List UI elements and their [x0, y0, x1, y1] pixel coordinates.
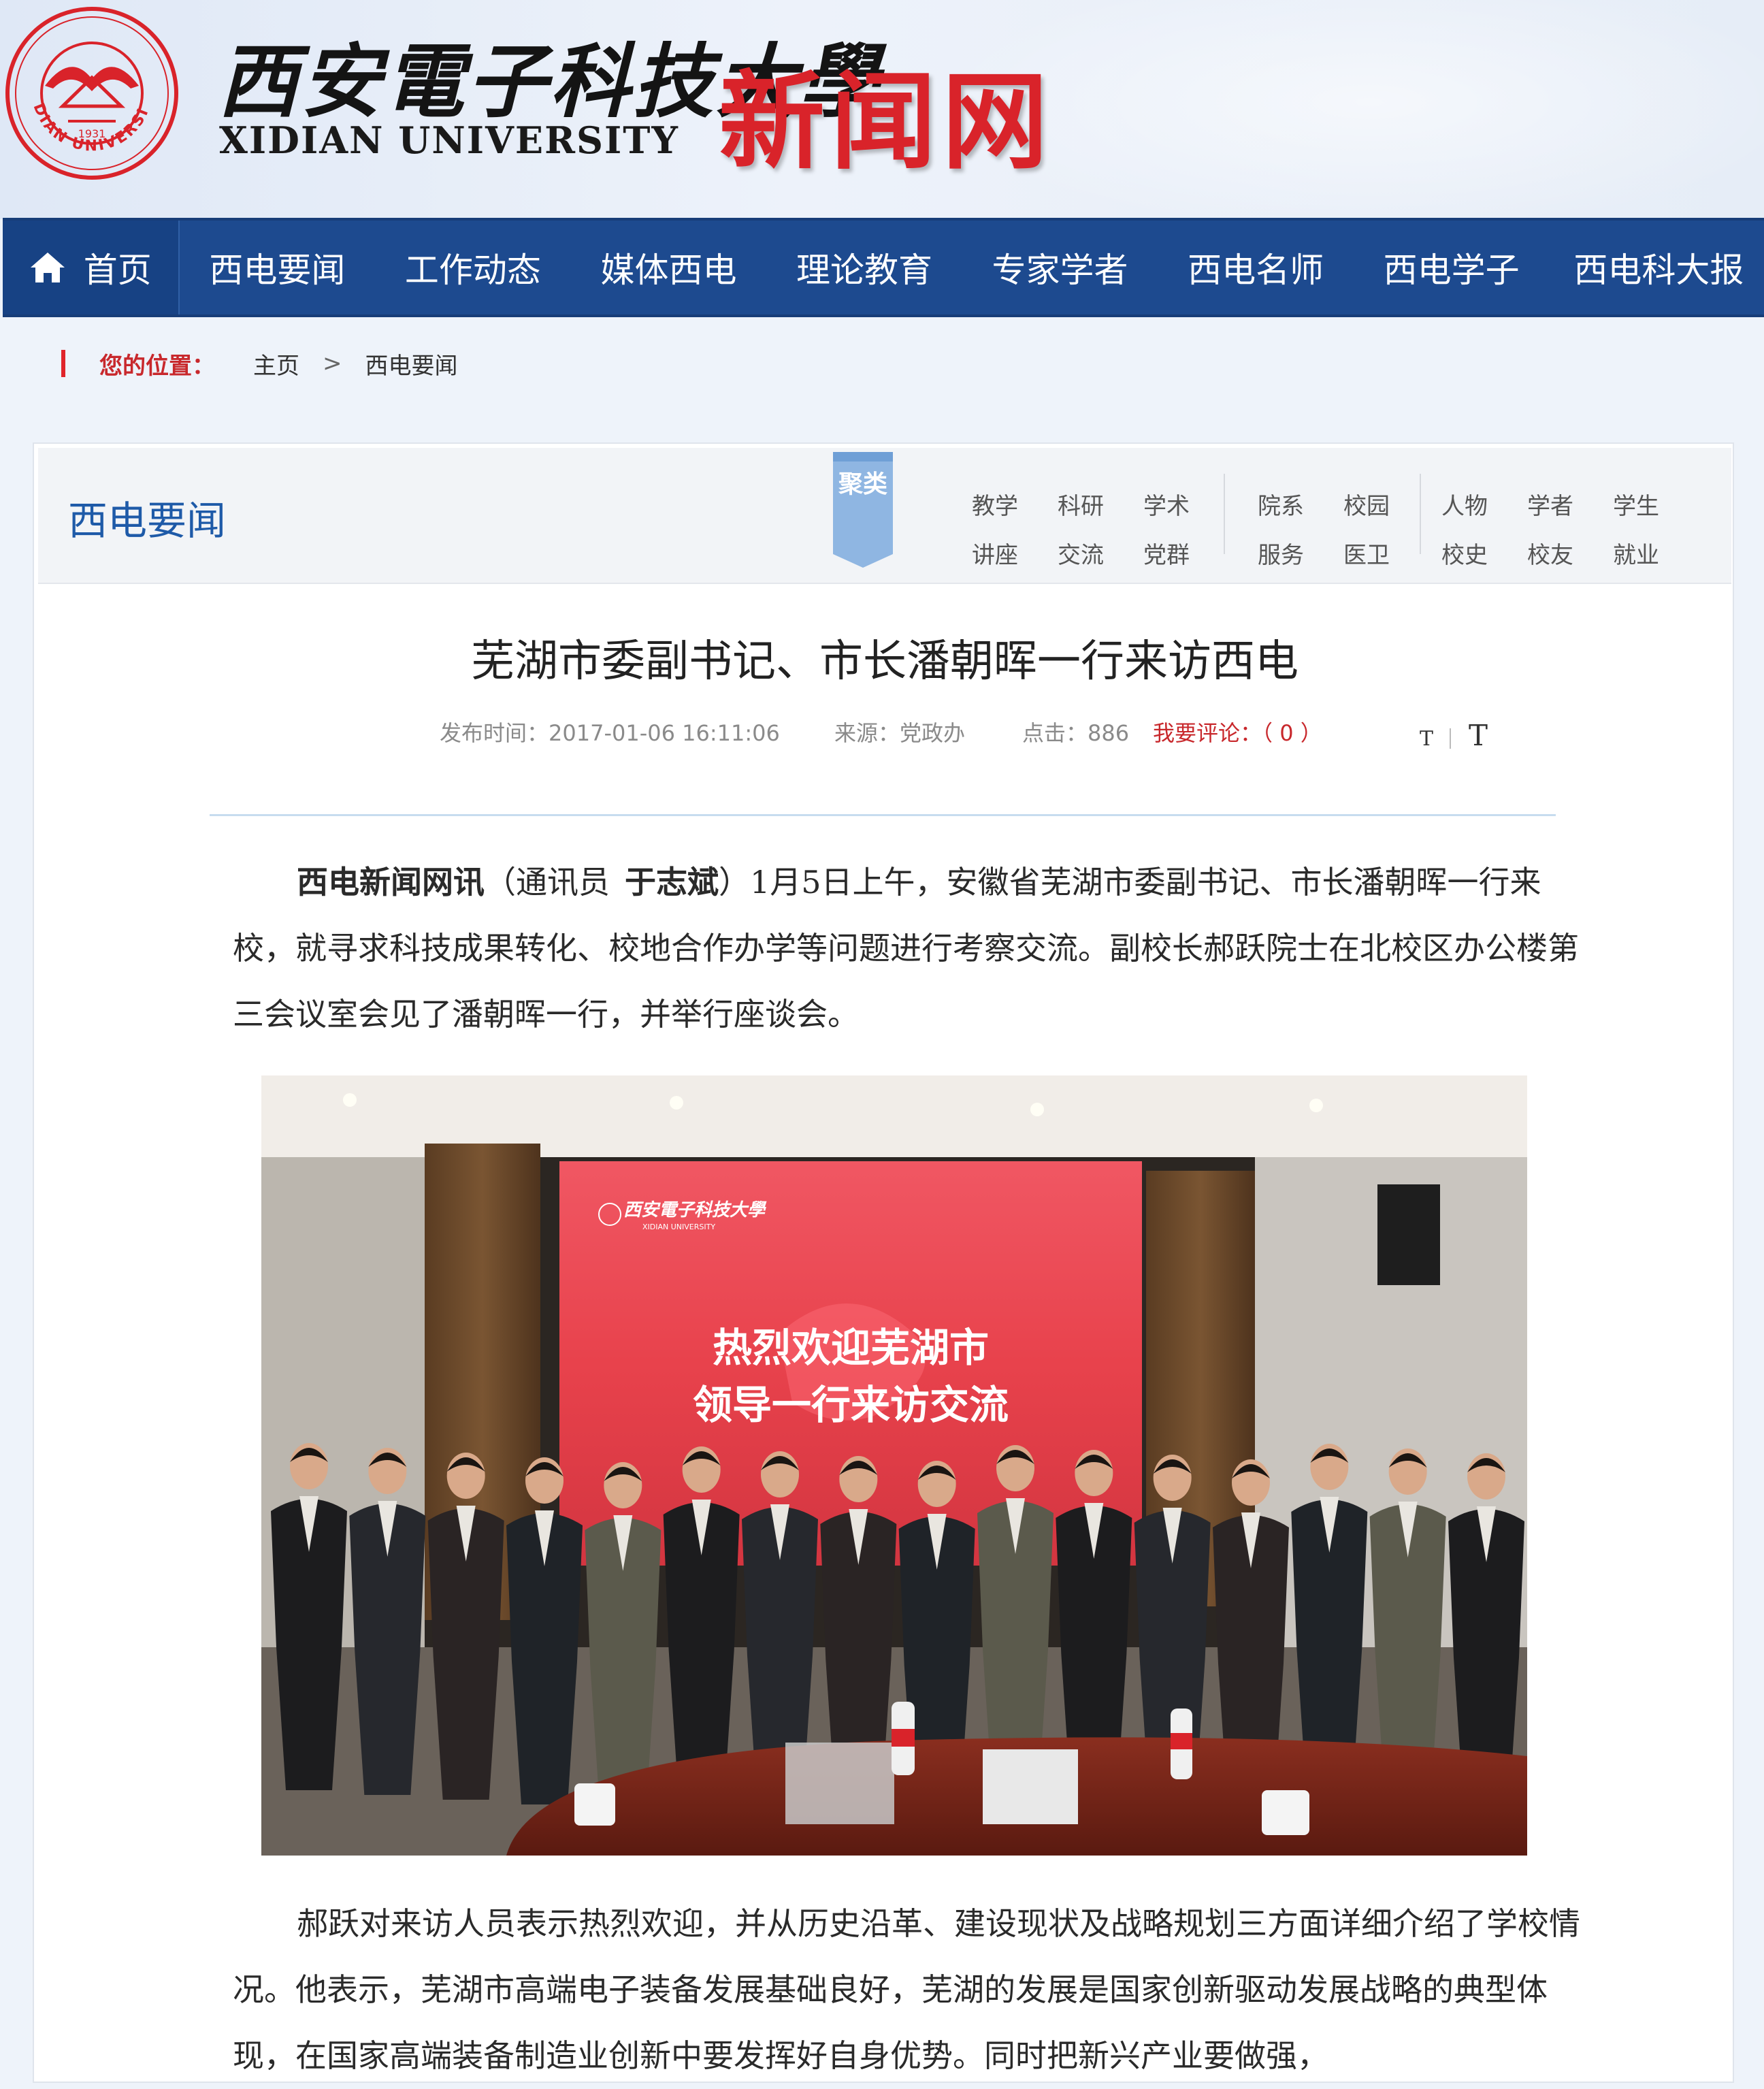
screen-logo-en: XIDIAN UNIVERSITY: [642, 1222, 715, 1231]
comment-link[interactable]: 我要评论：（ 0 ）: [1153, 716, 1322, 747]
breadcrumb-marker: [61, 350, 65, 377]
cluster-ribbon: 聚类: [833, 452, 893, 568]
university-seal-logo[interactable]: 1931 XIDIAN UNIVERSITY: [3, 4, 181, 182]
article-photo: 西安電子科技大學 XIDIAN UNIVERSITY 热烈欢迎芜湖市 领导一行来…: [261, 1075, 1527, 1856]
category-academic[interactable]: 学术: [1143, 487, 1190, 521]
category-campus[interactable]: 校园: [1343, 487, 1390, 521]
publish-time: 发布时间：2017-01-06 16:11:06: [440, 716, 780, 747]
source: 来源：党政办: [834, 716, 965, 747]
source-value: 党政办: [900, 720, 966, 746]
nav-item-newspaper[interactable]: 西电科大报: [1549, 221, 1764, 314]
lead-reporter-label: （通讯员: [485, 864, 610, 901]
breadcrumb-current[interactable]: 西电要闻: [365, 347, 458, 380]
article-title: 芜湖市委副书记、市长潘朝晖一行来访西电: [471, 636, 1298, 687]
site-header: 1931 XIDIAN UNIVERSITY 西安電子科技大學 XIDIAN U…: [0, 0, 1764, 219]
section-title[interactable]: 西电要闻: [68, 489, 226, 546]
university-name-en[interactable]: XIDIAN UNIVERSITY: [219, 118, 679, 162]
category-lectures[interactable]: 讲座: [972, 536, 1018, 570]
font-size-large-button[interactable]: T: [1469, 719, 1488, 752]
main-navigation: 首页 西电要闻 工作动态 媒体西电 理论教育 专家学者 西电名师 西电学子 西电…: [3, 218, 1764, 317]
font-size-small-button[interactable]: T: [1420, 727, 1433, 751]
category-exchange[interactable]: 交流: [1058, 536, 1104, 570]
nav-item-theory-education[interactable]: 理论教育: [766, 221, 962, 314]
nav-item-xidian-news[interactable]: 西电要闻: [180, 221, 376, 314]
section-header: 西电要闻 聚类 教学 讲座 科研 交流 学术 党群 院系 服务 校园 医卫 人物…: [38, 448, 1731, 584]
comment-count: （ 0 ）: [1262, 720, 1322, 746]
article-paragraph-2: 郝跃对来访人员表示热烈欢迎，并从历史沿革、建设现状及战略规划三方面详细介绍了学校…: [233, 1905, 1580, 2074]
click-count-value: 886: [1088, 720, 1130, 746]
nav-item-work-updates[interactable]: 工作动态: [375, 221, 571, 314]
lead-reporter: 于志斌: [625, 864, 719, 901]
category-history[interactable]: 校史: [1441, 536, 1488, 570]
breadcrumb-home-link[interactable]: 主页: [253, 347, 299, 380]
category-research[interactable]: 科研: [1058, 487, 1104, 521]
nav-item-media-xidian[interactable]: 媒体西电: [571, 221, 767, 314]
category-teaching[interactable]: 教学: [972, 487, 1018, 521]
click-count: 点击：886: [1022, 716, 1129, 747]
category-medical[interactable]: 医卫: [1343, 536, 1390, 570]
nav-home-label: 首页: [83, 250, 152, 290]
breadcrumb-label: 您的位置：: [99, 352, 215, 380]
category-people[interactable]: 人物: [1441, 487, 1488, 521]
cluster-label: 聚类: [838, 470, 887, 498]
font-toggle-divider: [1450, 728, 1451, 749]
home-icon: [30, 253, 65, 282]
nav-item-experts-scholars[interactable]: 专家学者: [962, 221, 1158, 314]
category-students[interactable]: 学生: [1613, 487, 1659, 521]
nav-item-students[interactable]: 西电学子: [1354, 221, 1550, 314]
category-divider: [1420, 474, 1421, 554]
screen-banner-line-2: 领导一行来访交流: [693, 1382, 1009, 1428]
comment-label: 我要评论：: [1153, 720, 1262, 746]
screen-banner-line-1: 热烈欢迎芜湖市: [713, 1325, 989, 1371]
lead-source: 西电新闻网讯: [297, 864, 485, 901]
publish-time-value: 2017-01-06 16:11:06: [549, 720, 780, 746]
site-name[interactable]: 新闻网: [719, 35, 1054, 189]
meeting-group-photo: 西安電子科技大學 XIDIAN UNIVERSITY 热烈欢迎芜湖市 领导一行来…: [261, 1075, 1527, 1856]
nav-item-famous-teachers[interactable]: 西电名师: [1158, 221, 1354, 314]
nav-home[interactable]: 首页: [3, 221, 180, 314]
category-scholars[interactable]: 学者: [1527, 487, 1573, 521]
category-services[interactable]: 服务: [1258, 536, 1304, 570]
chevron-right-icon: >: [323, 350, 342, 377]
click-count-label: 点击：: [1022, 720, 1088, 746]
title-divider: [210, 814, 1556, 816]
screen-logo-cn: 西安電子科技大學: [623, 1200, 767, 1220]
publish-time-label: 发布时间：: [440, 720, 549, 746]
category-departments[interactable]: 院系: [1258, 487, 1304, 521]
article-paragraph-1: 西电新闻网讯（通讯员 于志斌）1月5日上午，安徽省芜湖市委副书记、市长潘朝晖一行来…: [233, 849, 1591, 1048]
category-alumni[interactable]: 校友: [1527, 536, 1573, 570]
breadcrumb: 您的位置： 主页 > 西电要闻: [61, 344, 458, 383]
category-employment[interactable]: 就业: [1613, 536, 1659, 570]
source-label: 来源：: [834, 720, 900, 746]
category-divider: [1224, 474, 1225, 554]
article-panel: 西电要闻 聚类 教学 讲座 科研 交流 学术 党群 院系 服务 校园 医卫 人物…: [33, 442, 1734, 2083]
category-party[interactable]: 党群: [1143, 536, 1190, 570]
